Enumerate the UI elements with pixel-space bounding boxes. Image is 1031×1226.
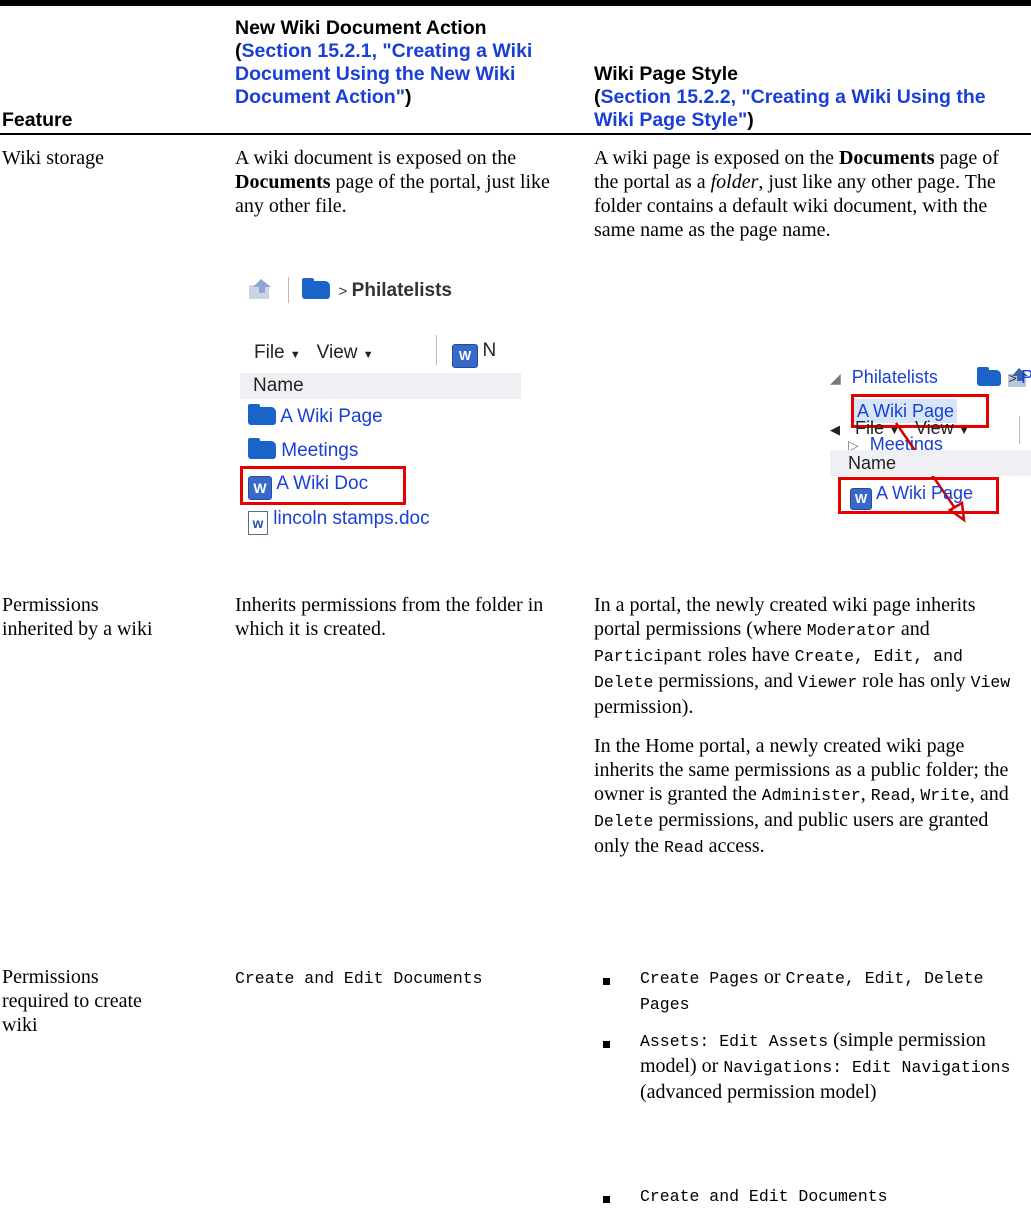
- folder-icon: [302, 278, 330, 299]
- bullet-icon: [603, 1041, 610, 1048]
- required-new-wiki-doc: Create and Edit Documents: [235, 969, 483, 988]
- header-col3-ref: (Section 15.2.2, "Creating a Wiki Using …: [594, 86, 986, 131]
- bullet-icon: [603, 1196, 610, 1203]
- chevron-down-icon: ▼: [289, 349, 301, 361]
- up-folder-icon: [247, 277, 273, 301]
- top-rule: [0, 0, 1031, 6]
- breadcrumb-separator: >: [338, 283, 348, 300]
- list-item[interactable]: Meetings: [248, 438, 358, 462]
- folder-icon: [248, 404, 276, 425]
- required-bullet-2: Assets: Edit Assets (simple permission m…: [640, 1029, 1011, 1103]
- breadcrumb: > Philatelists: [302, 278, 452, 302]
- required-bullet-1: Create Pages or Create, Edit, Delete Pag…: [640, 966, 984, 1014]
- new-wiki-icon: W: [452, 344, 478, 368]
- folder-icon: [248, 438, 276, 459]
- highlight-box: [240, 466, 406, 505]
- inherited-new-wiki-doc: Inherits permissions from the folder in …: [235, 594, 544, 640]
- storage-wiki-page-style: A wiki page is exposed on the Documents …: [594, 147, 999, 241]
- header-rule: [0, 133, 1031, 135]
- list-item[interactable]: w lincoln stamps.doc: [248, 508, 430, 535]
- documents-screenshot-2: ◢ Philatelists A Wiki Page ▷ Meetings: [826, 352, 1031, 557]
- documents-screenshot-1: > Philatelists File ▼ View ▼ W N Name A …: [240, 265, 521, 580]
- new-wiki-button[interactable]: W N: [452, 340, 496, 368]
- inherited-home-paragraph: In the Home portal, a newly created wiki…: [594, 735, 1009, 857]
- toolbar-divider: [288, 277, 289, 303]
- toolbar-menus: File ▼ View ▼: [254, 342, 374, 364]
- chevron-down-icon: ▼: [362, 349, 374, 361]
- toolbar-divider: [436, 335, 437, 365]
- bullet-icon: [603, 978, 610, 985]
- storage-new-wiki-doc: A wiki document is exposed on the Docume…: [235, 147, 550, 217]
- section-15-2-2-link[interactable]: Section 15.2.2, "Creating a Wiki Using t…: [594, 86, 986, 131]
- arrow-graphic: [894, 422, 966, 523]
- header-feature: Feature: [2, 109, 73, 131]
- word-doc-icon: w: [248, 511, 268, 535]
- breadcrumb-philatelists[interactable]: Philatelists: [352, 280, 452, 301]
- inherited-wiki-page-style: In a portal, the newly created wiki page…: [594, 593, 1022, 875]
- arrow-line: [894, 422, 961, 515]
- section-15-2-1-link[interactable]: Section 15.2.1, "Creating a Wiki Documen…: [235, 40, 532, 108]
- feature-wiki-storage: Wiki storage: [2, 147, 104, 169]
- required-bullet-3: Create and Edit Documents: [640, 1187, 888, 1206]
- feature-permissions-required: Permissions required to create wiki: [2, 966, 142, 1036]
- view-menu[interactable]: View ▼: [317, 342, 374, 363]
- header-col3-title: Wiki Page Style: [594, 63, 738, 85]
- name-column-header[interactable]: Name: [240, 373, 521, 399]
- file-menu[interactable]: File ▼: [254, 342, 301, 363]
- header-new-wiki-document: New Wiki Document Action (Section 15.2.1…: [235, 17, 575, 109]
- header-col2-ref: (Section 15.2.1, "Creating a Wiki Docume…: [235, 40, 533, 108]
- list-item[interactable]: A Wiki Page: [248, 404, 383, 428]
- feature-permissions-inherited: Permissions inherited by a wiki: [2, 594, 153, 640]
- header-wiki-page-style: Wiki Page Style (Section 15.2.2, "Creati…: [594, 63, 1014, 132]
- inherited-portal-paragraph: In a portal, the newly created wiki page…: [594, 594, 1011, 718]
- header-col2-title: New Wiki Document Action: [235, 17, 487, 39]
